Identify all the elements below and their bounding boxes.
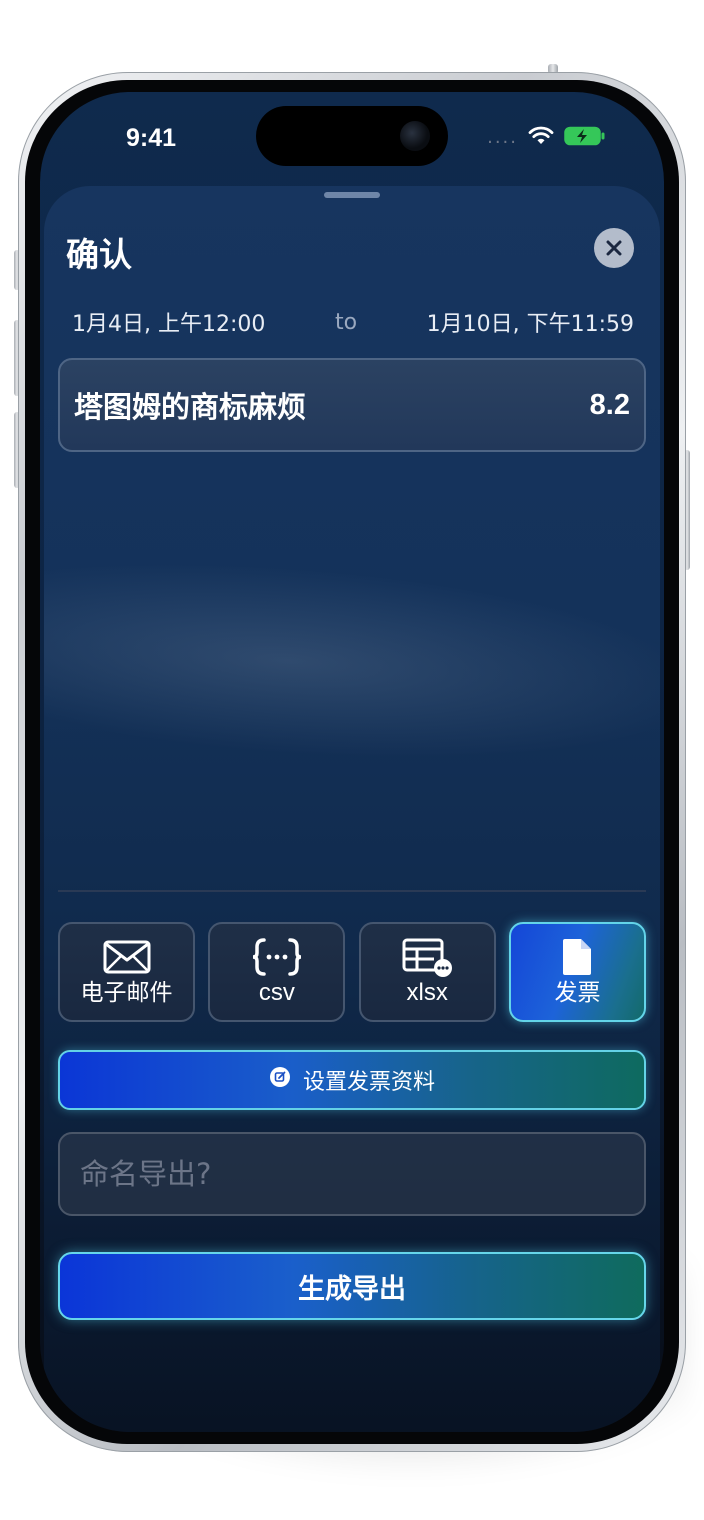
- envelope-icon: [103, 938, 151, 976]
- spreadsheet-icon: [401, 938, 453, 977]
- format-label: xlsx: [406, 979, 448, 1006]
- background-glow: [44, 539, 660, 793]
- json-braces-icon: [251, 938, 303, 976]
- format-xlsx-button[interactable]: xlsx: [358, 922, 496, 1022]
- status-indicators: ....: [487, 126, 606, 150]
- start-date[interactable]: 1月4日, 上午12:00: [72, 306, 265, 338]
- format-invoice-button[interactable]: 发票: [508, 922, 646, 1022]
- end-date[interactable]: 1月10日, 下午11:59: [427, 306, 634, 338]
- format-email-button[interactable]: 电子邮件: [58, 922, 195, 1022]
- list-item[interactable]: 塔图姆的商标麻烦 8.2: [58, 358, 646, 452]
- generate-export-label: 生成导出: [298, 1273, 406, 1305]
- format-label: 电子邮件: [80, 980, 173, 1006]
- invoice-settings-label: 设置发票资料: [302, 1070, 435, 1095]
- export-format-selector: 电子邮件 csv xlsx 发票: [58, 922, 646, 1022]
- date-separator: to: [334, 309, 358, 335]
- divider: [58, 890, 646, 892]
- front-camera: [400, 121, 430, 151]
- date-range: 1月4日, 上午12:00 to 1月10日, 下午11:59: [72, 306, 634, 338]
- sheet-grabber[interactable]: [324, 192, 380, 198]
- document-icon: [561, 938, 593, 976]
- edit-icon: [269, 1066, 291, 1094]
- phone-screen: 9:41 .... 确认 1月4日, 上午12:00 to 1月10日, 下午1…: [40, 92, 664, 1432]
- format-csv-button[interactable]: csv: [208, 922, 346, 1022]
- signal-icon: ....: [487, 127, 518, 148]
- generate-export-button[interactable]: 生成导出: [58, 1252, 646, 1320]
- sheet-title: 确认: [66, 235, 132, 274]
- close-button[interactable]: [594, 228, 634, 268]
- close-icon: [606, 240, 622, 256]
- item-value: 8.2: [589, 388, 630, 421]
- format-label: 发票: [554, 980, 601, 1006]
- status-time: 9:41: [126, 124, 177, 152]
- invoice-settings-button[interactable]: 设置发票资料: [58, 1050, 646, 1110]
- item-name: 塔图姆的商标麻烦: [74, 390, 307, 424]
- dynamic-island: [256, 106, 448, 166]
- confirm-sheet: 确认 1月4日, 上午12:00 to 1月10日, 下午11:59 塔图姆的商…: [44, 186, 660, 1432]
- screenshot-stage: 9:41 .... 确认 1月4日, 上午12:00 to 1月10日, 下午1…: [0, 0, 704, 1520]
- battery-charging-icon: [564, 126, 606, 150]
- format-label: csv: [258, 979, 295, 1006]
- export-name-input[interactable]: [58, 1132, 646, 1216]
- wifi-icon: [528, 126, 554, 150]
